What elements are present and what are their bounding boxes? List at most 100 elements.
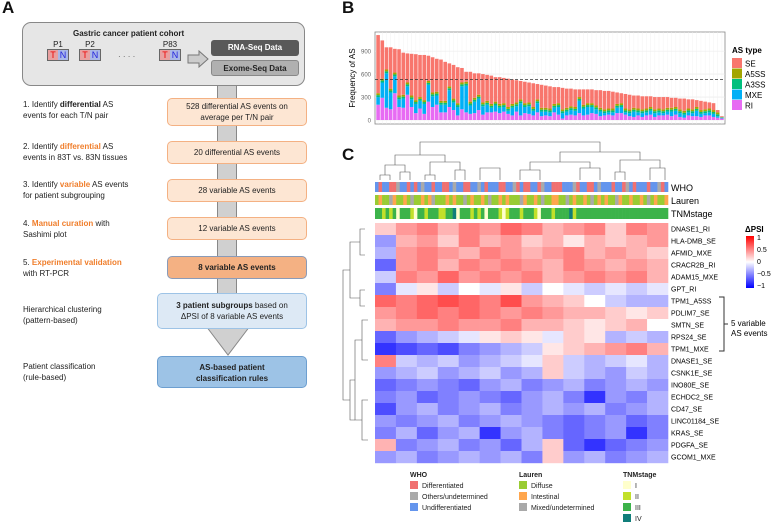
track-cell-lauren: [636, 195, 640, 205]
track-cell-who: [421, 182, 425, 192]
legend-title: TNMstage: [623, 471, 656, 481]
heatmap-cell: [459, 319, 480, 331]
row-label: CD47_SE: [671, 407, 702, 414]
heatmap-cell: [375, 343, 396, 355]
heatmap-cell: [480, 235, 501, 247]
heatmap-cell: [396, 283, 417, 295]
track-cell-who: [491, 182, 495, 192]
track-cell-who: [619, 182, 623, 192]
heatmap-cell: [626, 271, 647, 283]
heatmap-cell: [647, 247, 668, 259]
track-cell-lauren: [379, 195, 383, 205]
heatmap-cell: [542, 343, 563, 355]
heatmap-cell: [438, 235, 459, 247]
heatmap-cell: [563, 319, 584, 331]
heatmap-cell: [459, 439, 480, 451]
track-cell-who: [654, 182, 658, 192]
heatmap-cell: [417, 367, 438, 379]
track-cell-tnmstage: [393, 208, 397, 219]
track-cell-tnmstage: [428, 208, 432, 219]
track-cell-who: [403, 182, 407, 192]
track-cell-who: [569, 182, 573, 192]
row-label: HLA-DMB_SE: [671, 239, 716, 246]
heatmap-cell: [522, 295, 543, 307]
track-cell-tnmstage: [640, 208, 644, 219]
heatmap-cell: [438, 343, 459, 355]
track-cell-lauren: [633, 195, 637, 205]
track-cell-who: [481, 182, 485, 192]
track-cell-lauren: [393, 195, 397, 205]
track-cell-tnmstage: [456, 208, 460, 219]
heatmap-cell: [375, 391, 396, 403]
heatmap-cell: [375, 403, 396, 415]
heatmap-cell: [647, 427, 668, 439]
row-label: GCOM1_MXE: [671, 455, 716, 462]
heatmap-cell: [459, 343, 480, 355]
heatmap-cell: [563, 367, 584, 379]
track-cell-tnmstage: [403, 208, 407, 219]
heatmap-cell: [375, 259, 396, 271]
track-cell-lauren: [594, 195, 598, 205]
heatmap-cell: [605, 319, 626, 331]
heatmap-cell: [563, 235, 584, 247]
track-cell-tnmstage: [608, 208, 612, 219]
heatmap-cell: [522, 235, 543, 247]
track-cell-lauren: [449, 195, 453, 205]
track-cell-tnmstage: [537, 208, 541, 219]
heatmap-cell: [647, 367, 668, 379]
track-cell-lauren: [410, 195, 414, 205]
track-cell-tnmstage: [477, 208, 481, 219]
track-cell-who: [594, 182, 598, 192]
track-cell-tnmstage: [421, 208, 425, 219]
heatmap-cell: [563, 223, 584, 235]
heatmap-cell: [375, 223, 396, 235]
track-cell-who: [626, 182, 630, 192]
heatmap-cell: [584, 319, 605, 331]
track-cell-lauren: [499, 195, 503, 205]
heatmap-cell: [626, 343, 647, 355]
heatmap-cell: [438, 427, 459, 439]
track-cell-who: [442, 182, 446, 192]
legend-item: Differentiated: [410, 481, 488, 492]
track-cell-lauren: [527, 195, 531, 205]
track-cell-who: [386, 182, 390, 192]
heatmap-cell: [626, 415, 647, 427]
track-cell-tnmstage: [470, 208, 474, 219]
track-cell-lauren: [431, 195, 435, 205]
heatmap-cell: [396, 223, 417, 235]
track-cell-tnmstage: [541, 208, 545, 219]
track-cell-lauren: [573, 195, 577, 205]
heatmap-cell: [396, 307, 417, 319]
row-label: CSNK1E_SE: [671, 371, 713, 378]
track-cell-tnmstage: [375, 208, 379, 219]
heatmap-cell: [542, 439, 563, 451]
track-cell-lauren: [530, 195, 534, 205]
heatmap-cell: [647, 295, 668, 307]
heatmap-cell: [417, 391, 438, 403]
heatmap-cell: [417, 247, 438, 259]
heatmap-cell: [584, 271, 605, 283]
track-cell-who: [647, 182, 651, 192]
heatmap-cell: [501, 391, 522, 403]
heatmap-cell: [584, 295, 605, 307]
track-cell-lauren: [619, 195, 623, 205]
track-cell-tnmstage: [530, 208, 534, 219]
track-cell-lauren: [414, 195, 418, 205]
heatmap-cell: [375, 319, 396, 331]
heatmap-cell: [480, 283, 501, 295]
track-cell-who: [580, 182, 584, 192]
heatmap-cell: [563, 295, 584, 307]
track-cell-tnmstage: [424, 208, 428, 219]
heatmap-cell: [375, 307, 396, 319]
track-cell-lauren: [509, 195, 513, 205]
track-cell-lauren: [566, 195, 570, 205]
bracket-label-line2: AS events: [731, 329, 767, 338]
track-cell-lauren: [453, 195, 457, 205]
heatmap-cell: [438, 439, 459, 451]
heatmap-cell: [459, 247, 480, 259]
track-cell-who: [604, 182, 608, 192]
track-cell-tnmstage: [379, 208, 383, 219]
track-cell-tnmstage: [439, 208, 443, 219]
track-cell-tnmstage: [619, 208, 623, 219]
track-cell-tnmstage: [527, 208, 531, 219]
